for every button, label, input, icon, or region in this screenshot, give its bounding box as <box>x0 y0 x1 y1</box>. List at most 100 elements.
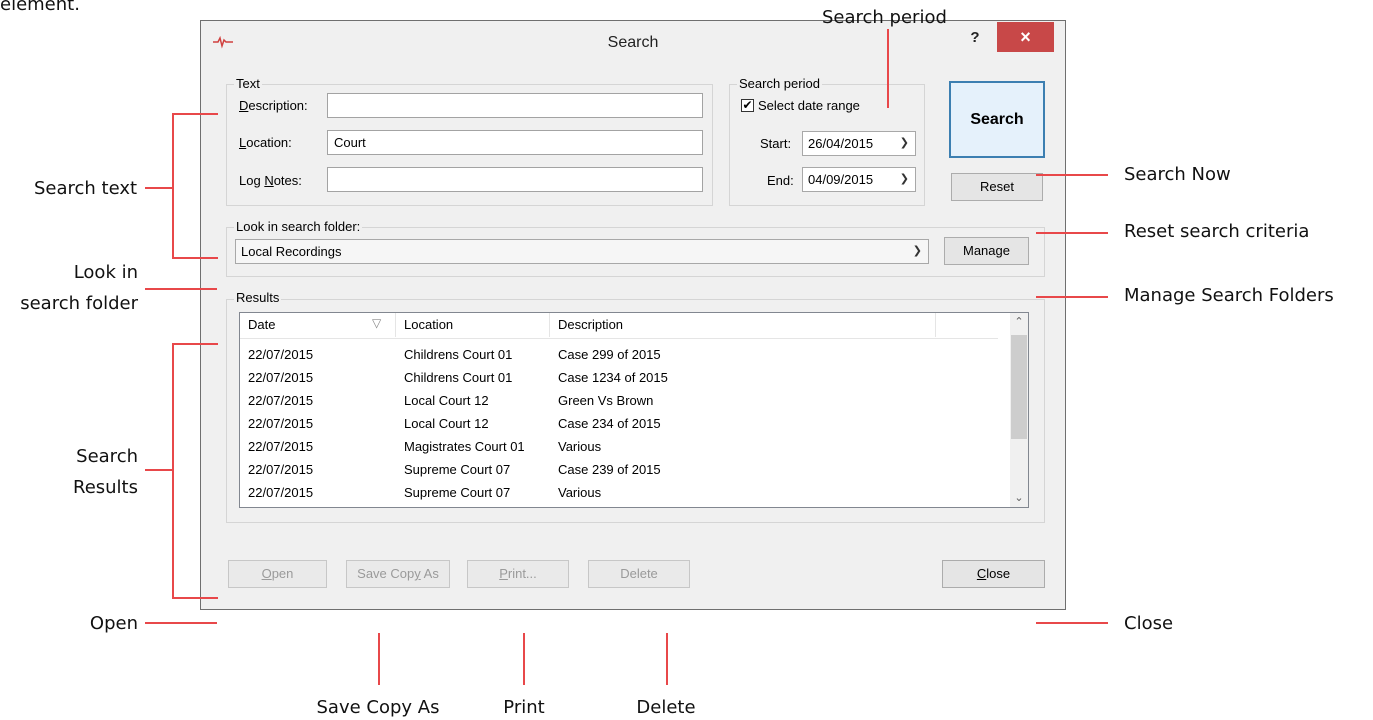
table-cell: 22/07/2015 <box>248 462 314 477</box>
text-group-label: Text <box>234 76 262 91</box>
annotation-line <box>172 343 218 345</box>
column-header-description[interactable]: Description <box>550 313 936 337</box>
sort-indicator-icon: ▽ <box>372 316 382 330</box>
table-cell: Case 239 of 2015 <box>558 462 661 477</box>
location-label-rest: ocation: <box>246 135 292 150</box>
annotation-close: Close <box>1124 613 1174 634</box>
annotation-line <box>666 633 668 685</box>
table-cell: Various <box>558 485 602 500</box>
scroll-up-icon[interactable]: ⌃ <box>1010 313 1028 331</box>
intro-text: element. <box>0 0 80 15</box>
table-row[interactable]: 22/07/2015 Childrens Court 01 Case 1234 of… <box>240 366 998 389</box>
annotation-line <box>378 633 380 685</box>
description-label: Description: <box>239 98 308 113</box>
open-button[interactable]: Open <box>228 560 327 588</box>
results-list[interactable]: Date ▽ Location Description 22/07/2015 Ch… <box>239 312 1029 508</box>
table-cell: Supreme Court 07 <box>404 485 511 500</box>
annotation-line <box>1036 232 1108 234</box>
search-button[interactable]: Search <box>949 81 1045 158</box>
select-date-range-checkbox[interactable]: ✔ <box>741 99 754 112</box>
annotation-line <box>145 288 217 290</box>
annotation-line <box>145 622 217 624</box>
table-row[interactable]: 22/07/2015 Supreme Court 07 Case 239 of 20… <box>240 458 998 481</box>
dialog-title: Search <box>607 34 659 51</box>
table-cell: 22/07/2015 <box>248 439 314 454</box>
log-notes-field[interactable] <box>327 167 703 192</box>
search-folder-label: Look in search folder: <box>234 219 363 234</box>
annotation-line <box>1036 174 1108 176</box>
log-notes-label: Log Notes: <box>239 173 302 188</box>
table-row[interactable]: 22/07/2015 Childrens Court 01 Case 299 of … <box>240 343 998 366</box>
annotation-reset-criteria: Reset search criteria <box>1124 221 1310 242</box>
print-button[interactable]: Print... <box>467 560 569 588</box>
results-label: Results <box>234 290 282 305</box>
chevron-down-icon: ❯ <box>899 137 909 149</box>
annotation-print: Print <box>503 697 545 718</box>
table-row[interactable]: 22/07/2015 Local Court 12 Green Vs Brown <box>240 389 998 412</box>
annotation-line <box>887 29 889 108</box>
manage-button[interactable]: Manage <box>944 237 1029 265</box>
annotation-line <box>1036 296 1108 298</box>
start-date-value: 26/04/2015 <box>808 136 874 151</box>
table-cell: Childrens Court 01 <box>404 347 513 362</box>
results-scrollbar[interactable]: ⌃ ⌄ <box>1010 313 1028 507</box>
search-button-label: Search <box>970 111 1024 128</box>
select-date-range-label[interactable]: Select date range <box>758 99 860 113</box>
annotation-search-results-1: Search <box>76 446 138 467</box>
column-header-location[interactable]: Location <box>396 313 550 337</box>
table-row[interactable]: 22/07/2015 Magistrates Court 01 Various <box>240 435 998 458</box>
table-cell: 22/07/2015 <box>248 347 314 362</box>
search-folder-select[interactable]: Local Recordings ❯ <box>235 239 929 264</box>
end-label: End: <box>767 173 794 188</box>
annotation-line <box>1036 622 1108 624</box>
annotation-manage-folders: Manage Search Folders <box>1124 285 1334 306</box>
annotation-search-period: Search period <box>822 7 947 28</box>
table-cell: Childrens Court 01 <box>404 370 513 385</box>
search-dialog: Search ? × Text Description: Location: C… <box>200 20 1066 610</box>
annotation-bracket <box>172 343 174 599</box>
table-cell: 22/07/2015 <box>248 370 314 385</box>
end-date-picker[interactable]: 04/09/2015 ❯ <box>802 167 916 192</box>
table-cell: Supreme Court 07 <box>404 462 511 477</box>
table-cell: Case 1234 of 2015 <box>558 370 668 385</box>
annotation-search-results-2: Results <box>73 477 138 498</box>
annotation-open: Open <box>89 613 138 634</box>
location-label: Location: <box>239 135 292 150</box>
table-cell: Case 234 of 2015 <box>558 416 661 431</box>
start-date-picker[interactable]: 26/04/2015 ❯ <box>802 131 916 156</box>
scroll-down-icon[interactable]: ⌄ <box>1010 489 1028 507</box>
annotation-save-copy-as: Save Copy As <box>316 697 440 718</box>
search-folder-value: Local Recordings <box>241 244 342 259</box>
start-label: Start: <box>760 136 792 151</box>
annotation-search-text: Search text <box>34 178 138 199</box>
annotation-search-now: Search Now <box>1124 164 1231 185</box>
save-copy-as-button[interactable]: Save Copy As <box>346 560 450 588</box>
table-cell: Various <box>558 439 602 454</box>
annotation-delete: Delete <box>636 697 696 718</box>
annotation-bracket <box>172 113 174 259</box>
delete-button[interactable]: Delete <box>588 560 690 588</box>
table-cell: 22/07/2015 <box>248 485 314 500</box>
close-window-button[interactable]: × <box>997 22 1054 52</box>
chevron-down-icon: ❯ <box>899 173 909 185</box>
table-cell: Local Court 12 <box>404 416 489 431</box>
scroll-thumb[interactable] <box>1011 335 1027 439</box>
annotation-line <box>172 257 218 259</box>
table-cell: Magistrates Court 01 <box>404 439 525 454</box>
end-date-value: 04/09/2015 <box>808 172 874 187</box>
table-cell: Local Court 12 <box>404 393 489 408</box>
annotation-look-in-1: Look in <box>73 262 138 283</box>
description-field[interactable] <box>327 93 703 118</box>
description-label-rest: escription: <box>248 98 308 113</box>
help-button[interactable]: ? <box>963 29 987 51</box>
table-cell: Case 299 of 2015 <box>558 347 661 362</box>
search-period-label: Search period <box>737 76 822 91</box>
location-field[interactable]: Court <box>327 130 703 155</box>
annotation-look-in-2: search folder <box>20 293 138 314</box>
table-row[interactable]: 22/07/2015 Supreme Court 07 Various <box>240 481 998 504</box>
table-row[interactable]: 22/07/2015 Local Court 12 Case 234 of 2015 <box>240 412 998 435</box>
close-button[interactable]: Close <box>942 560 1045 588</box>
table-cell: 22/07/2015 <box>248 416 314 431</box>
annotation-line <box>145 469 173 471</box>
reset-button[interactable]: Reset <box>951 173 1043 201</box>
